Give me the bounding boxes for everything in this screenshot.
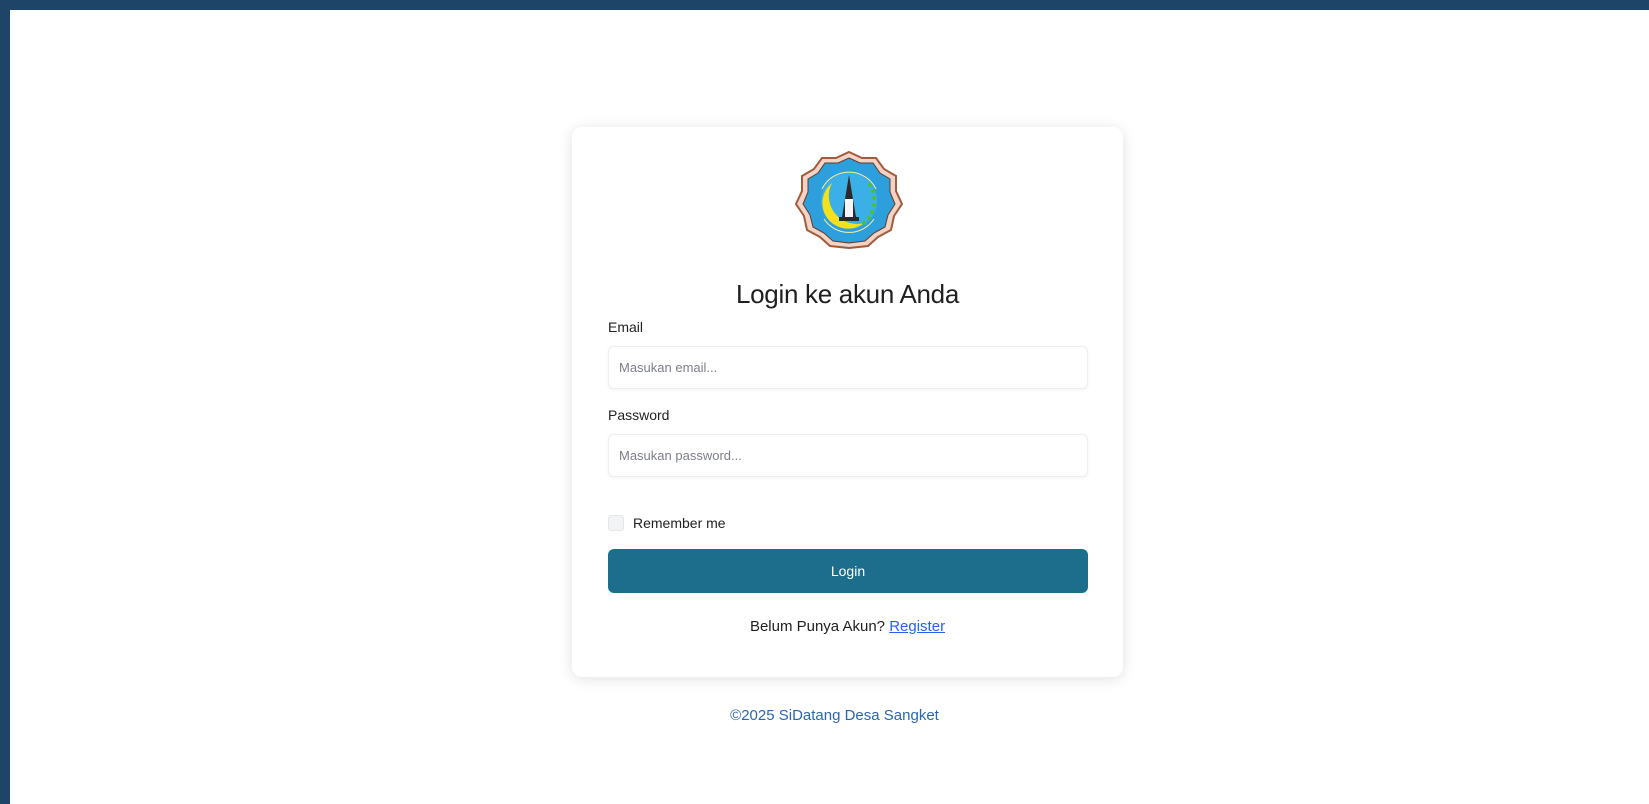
register-prompt: Belum Punya Akun? Register [572, 618, 1123, 635]
password-field[interactable] [608, 434, 1088, 477]
login-button[interactable]: Login [608, 549, 1088, 593]
password-label: Password [608, 407, 670, 423]
village-emblem-logo [784, 149, 914, 249]
village-emblem-icon [794, 150, 904, 249]
email-label: Email [608, 319, 644, 335]
footer-copyright: ©2025 SiDatang Desa Sangket [730, 707, 939, 724]
no-account-text: Belum Punya Akun? [749, 618, 886, 635]
login-card: Login ke akun Anda Email Password Rememb… [572, 127, 1123, 677]
remember-me-label: Remember me [633, 515, 726, 531]
email-field[interactable] [608, 346, 1088, 389]
remember-me-checkbox[interactable] [608, 515, 624, 531]
register-link[interactable]: Register [889, 618, 945, 635]
page-title: Login ke akun Anda [735, 279, 959, 309]
page-frame: Login ke akun Anda Email Password Rememb… [10, 10, 1649, 804]
